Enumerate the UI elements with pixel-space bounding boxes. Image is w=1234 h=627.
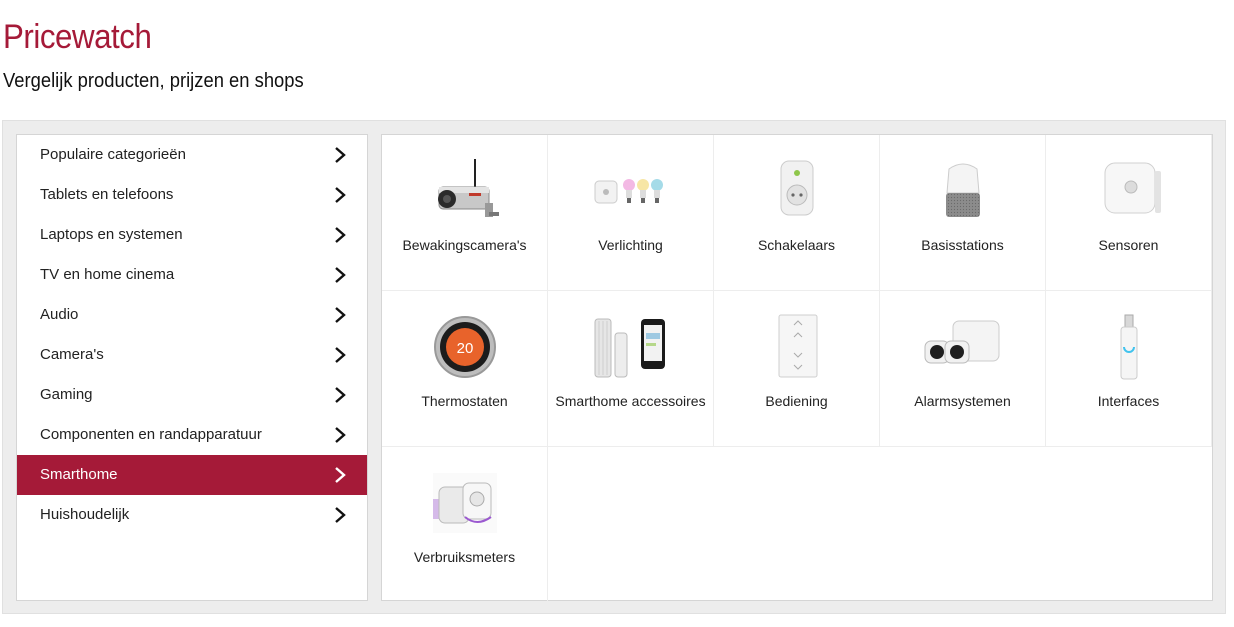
- category-tile-interfaces[interactable]: Interfaces: [1046, 291, 1212, 447]
- menu-item-label: Gaming: [40, 386, 93, 403]
- page-subtitle: Vergelijk producten, prijzen en shops: [3, 70, 304, 92]
- category-label: Alarmsystemen: [914, 393, 1011, 409]
- category-label: Bediening: [765, 393, 828, 409]
- alarm-camera-icon: [924, 320, 1000, 364]
- chevron-right-icon: [335, 187, 346, 203]
- chevron-right-icon: [335, 307, 346, 323]
- category-label: Interfaces: [1097, 393, 1160, 409]
- category-tile-schakelaars[interactable]: Schakelaars: [714, 135, 880, 291]
- smart-bulbs-icon: [594, 179, 663, 204]
- energy-meter-plug-icon: [433, 473, 497, 533]
- menu-item-audio[interactable]: Audio: [17, 295, 367, 335]
- motion-sensor-icon: [1104, 162, 1161, 214]
- chevron-right-icon: [335, 147, 346, 163]
- chevron-right-icon: [335, 467, 346, 483]
- page-title: Pricewatch: [3, 18, 152, 56]
- dimmer-switch-icon: [778, 314, 818, 378]
- category-grid: Bewakingscamera's Verlichting Schakelaar…: [381, 134, 1213, 603]
- category-tile-bediening[interactable]: Bediening: [714, 291, 880, 447]
- thermostat-icon: 20: [434, 316, 496, 378]
- category-label: Bewakingscamera's: [402, 237, 527, 253]
- category-label: Verbruiksmeters: [413, 549, 516, 565]
- category-tile-bewakingscameras[interactable]: Bewakingscamera's: [382, 135, 548, 291]
- menu-item-label: Componenten en randapparatuur: [40, 426, 262, 443]
- smart-speaker-icon: [946, 163, 980, 217]
- menu-item-huishoudelijk[interactable]: Huishoudelijk: [17, 495, 367, 535]
- category-label: Sensoren: [1098, 237, 1159, 253]
- category-tile-verlichting[interactable]: Verlichting: [548, 135, 714, 291]
- category-label: Schakelaars: [757, 237, 836, 253]
- category-tile-verbruiksmeters[interactable]: Verbruiksmeters: [382, 447, 548, 603]
- menu-item-label: Laptops en systemen: [40, 226, 183, 243]
- menu-item-label: Populaire categorieën: [40, 146, 186, 163]
- category-label: Verlichting: [598, 237, 663, 253]
- security-camera-icon: [438, 159, 499, 217]
- menu-item-label: Huishoudelijk: [40, 506, 130, 523]
- usb-stick-icon: [1120, 314, 1138, 380]
- category-tile-smarthome-accessoires[interactable]: Smarthome accessoires: [548, 291, 714, 447]
- category-tile-thermostaten[interactable]: 20 Thermostaten: [382, 291, 548, 447]
- chevron-right-icon: [335, 347, 346, 363]
- menu-item-label: Smarthome: [40, 466, 118, 483]
- weather-station-icon: [594, 318, 665, 378]
- menu-item-componenten[interactable]: Componenten en randapparatuur: [17, 415, 367, 455]
- category-label: Smarthome accessoires: [555, 393, 706, 409]
- chevron-right-icon: [335, 267, 346, 283]
- category-tile-alarmsystemen[interactable]: Alarmsystemen: [880, 291, 1046, 447]
- menu-item-gaming[interactable]: Gaming: [17, 375, 367, 415]
- chevron-right-icon: [335, 427, 346, 443]
- menu-item-label: Tablets en telefoons: [40, 186, 174, 203]
- menu-item-smarthome[interactable]: Smarthome: [17, 455, 367, 495]
- menu-item-tv[interactable]: TV en home cinema: [17, 255, 367, 295]
- menu-item-label: Camera's: [40, 346, 104, 363]
- menu-item-tablets[interactable]: Tablets en telefoons: [17, 175, 367, 215]
- menu-item-cameras[interactable]: Camera's: [17, 335, 367, 375]
- category-label: Basisstations: [921, 237, 1004, 253]
- menu-item-label: TV en home cinema: [40, 266, 175, 283]
- menu-item-label: Audio: [40, 306, 79, 323]
- menu-item-populaire[interactable]: Populaire categorieën: [17, 135, 367, 175]
- chevron-right-icon: [335, 507, 346, 523]
- chevron-right-icon: [335, 387, 346, 403]
- category-panel: Populaire categorieën Tablets en telefoo…: [2, 120, 1226, 614]
- menu-item-laptops[interactable]: Laptops en systemen: [17, 215, 367, 255]
- category-label: Thermostaten: [421, 393, 508, 409]
- category-menu: Populaire categorieën Tablets en telefoo…: [16, 134, 368, 601]
- thermostat-display: 20: [457, 340, 474, 357]
- smart-plug-icon: [780, 160, 814, 216]
- chevron-right-icon: [335, 227, 346, 243]
- category-tile-basisstations[interactable]: Basisstations: [880, 135, 1046, 291]
- category-tile-sensoren[interactable]: Sensoren: [1046, 135, 1212, 291]
